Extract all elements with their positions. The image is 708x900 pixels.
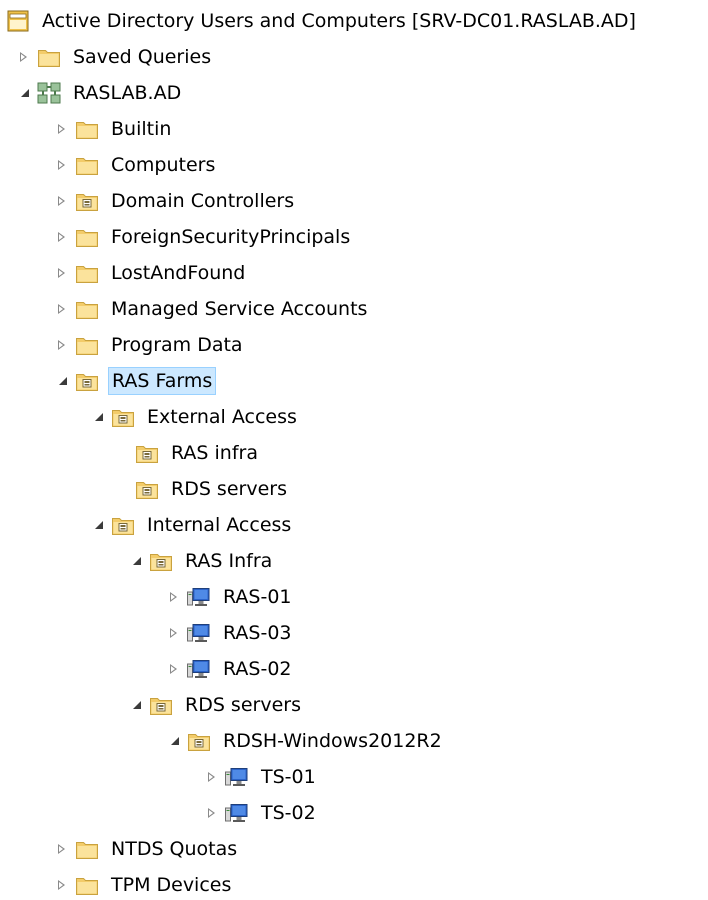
tree-node-int-rds-servers[interactable]: RDS servers: [127, 690, 304, 720]
tree-node-ras03[interactable]: RAS-03: [165, 618, 295, 648]
tree-node-domain[interactable]: RASLAB.AD: [15, 78, 184, 108]
folder-icon: [75, 333, 99, 357]
tree-node-ts01[interactable]: TS-01: [203, 762, 319, 792]
ou-folder-icon: [187, 729, 211, 753]
ou-folder-icon: [135, 477, 159, 501]
tree-node-internal-access[interactable]: Internal Access: [89, 510, 294, 540]
tree-node-label[interactable]: Saved Queries: [70, 43, 214, 71]
tree-node-external-access[interactable]: External Access: [89, 402, 300, 432]
tree-node-label-selected[interactable]: RAS Farms: [108, 367, 217, 395]
tree-node-label[interactable]: LostAndFound: [108, 259, 248, 287]
tree-node-rdsh[interactable]: RDSH-Windows2012R2: [165, 726, 445, 756]
expand-arrow-icon[interactable]: [53, 330, 75, 360]
ou-folder-icon: [75, 189, 99, 213]
tree-node-label[interactable]: RDSH-Windows2012R2: [220, 727, 445, 755]
tree-node-label[interactable]: TS-02: [258, 799, 319, 827]
tree-node-fsp[interactable]: ForeignSecurityPrincipals: [53, 222, 353, 252]
computer-icon: [187, 621, 211, 645]
expand-arrow-icon[interactable]: [53, 294, 75, 324]
folder-icon: [75, 873, 99, 897]
tree-node-label[interactable]: Internal Access: [144, 511, 294, 539]
tree-node-msa[interactable]: Managed Service Accounts: [53, 294, 370, 324]
collapse-arrow-icon[interactable]: [127, 546, 149, 576]
computer-icon: [225, 765, 249, 789]
ou-folder-icon: [111, 405, 135, 429]
expand-arrow-icon[interactable]: [165, 618, 187, 648]
tree-node-label[interactable]: RAS Infra: [182, 547, 275, 575]
window-title-row: Active Directory Users and Computers [SR…: [6, 6, 639, 36]
expand-arrow-icon[interactable]: [165, 582, 187, 612]
computer-icon: [187, 585, 211, 609]
tree-node-lost-and-found[interactable]: LostAndFound: [53, 258, 248, 288]
tree-node-ras01[interactable]: RAS-01: [165, 582, 295, 612]
tree-node-ext-rds-servers[interactable]: RDS servers: [135, 474, 290, 504]
collapse-arrow-icon[interactable]: [53, 366, 75, 396]
tree-node-label[interactable]: RDS servers: [168, 475, 290, 503]
expand-arrow-icon[interactable]: [53, 870, 75, 900]
tree-node-label[interactable]: ForeignSecurityPrincipals: [108, 223, 353, 251]
tree-node-ext-ras-infra[interactable]: RAS infra: [135, 438, 261, 468]
tree-node-computers[interactable]: Computers: [53, 150, 218, 180]
tree-node-label[interactable]: RAS infra: [168, 439, 261, 467]
tree-node-int-ras-infra[interactable]: RAS Infra: [127, 546, 275, 576]
expand-arrow-icon[interactable]: [15, 42, 37, 72]
tree-node-ras-farms[interactable]: RAS Farms: [53, 366, 217, 396]
expand-arrow-icon[interactable]: [53, 186, 75, 216]
ad-console-icon: [6, 9, 30, 33]
folder-icon: [75, 837, 99, 861]
tree-node-ts02[interactable]: TS-02: [203, 798, 319, 828]
folder-icon: [75, 117, 99, 141]
computer-icon: [187, 657, 211, 681]
tree-node-label[interactable]: TPM Devices: [108, 871, 234, 899]
tree-node-saved-queries[interactable]: Saved Queries: [15, 42, 214, 72]
tree-node-domain-controllers[interactable]: Domain Controllers: [53, 186, 297, 216]
expand-arrow-icon[interactable]: [53, 150, 75, 180]
collapse-arrow-icon[interactable]: [127, 690, 149, 720]
folder-icon: [37, 45, 61, 69]
tree-node-program-data[interactable]: Program Data: [53, 330, 246, 360]
tree-node-label[interactable]: External Access: [144, 403, 300, 431]
tree-node-label[interactable]: RAS-02: [220, 655, 295, 683]
expand-arrow-icon[interactable]: [203, 762, 225, 792]
tree-node-ras02[interactable]: RAS-02: [165, 654, 295, 684]
collapse-arrow-icon[interactable]: [165, 726, 187, 756]
collapse-arrow-icon[interactable]: [15, 78, 37, 108]
folder-icon: [75, 225, 99, 249]
ou-folder-icon: [149, 549, 173, 573]
expand-arrow-icon[interactable]: [165, 654, 187, 684]
ou-folder-icon: [149, 693, 173, 717]
collapse-arrow-icon[interactable]: [89, 510, 111, 540]
tree-node-label[interactable]: TS-01: [258, 763, 319, 791]
ou-folder-icon: [75, 369, 99, 393]
tree-node-label[interactable]: RAS-03: [220, 619, 295, 647]
expand-arrow-icon[interactable]: [53, 114, 75, 144]
tree-node-label[interactable]: Builtin: [108, 115, 174, 143]
domain-icon: [37, 81, 61, 105]
window-title: Active Directory Users and Computers [SR…: [42, 10, 636, 32]
tree-node-ntds-quotas[interactable]: NTDS Quotas: [53, 834, 240, 864]
tree-node-label[interactable]: Domain Controllers: [108, 187, 297, 215]
tree-node-label[interactable]: RASLAB.AD: [70, 79, 184, 107]
tree-node-label[interactable]: RDS servers: [182, 691, 304, 719]
tree-node-label[interactable]: Program Data: [108, 331, 246, 359]
expand-arrow-icon[interactable]: [53, 258, 75, 288]
expand-arrow-icon[interactable]: [53, 222, 75, 252]
tree-node-label[interactable]: NTDS Quotas: [108, 835, 240, 863]
computer-icon: [225, 801, 249, 825]
ou-folder-icon: [135, 441, 159, 465]
tree-node-builtin[interactable]: Builtin: [53, 114, 174, 144]
folder-icon: [75, 261, 99, 285]
tree-node-label[interactable]: RAS-01: [220, 583, 295, 611]
collapse-arrow-icon[interactable]: [89, 402, 111, 432]
tree-node-label[interactable]: Managed Service Accounts: [108, 295, 370, 323]
tree-node-tpm-devices[interactable]: TPM Devices: [53, 870, 234, 900]
folder-icon: [75, 297, 99, 321]
folder-icon: [75, 153, 99, 177]
expand-arrow-icon[interactable]: [53, 834, 75, 864]
tree-node-label[interactable]: Computers: [108, 151, 218, 179]
expand-arrow-icon[interactable]: [203, 798, 225, 828]
ou-folder-icon: [111, 513, 135, 537]
